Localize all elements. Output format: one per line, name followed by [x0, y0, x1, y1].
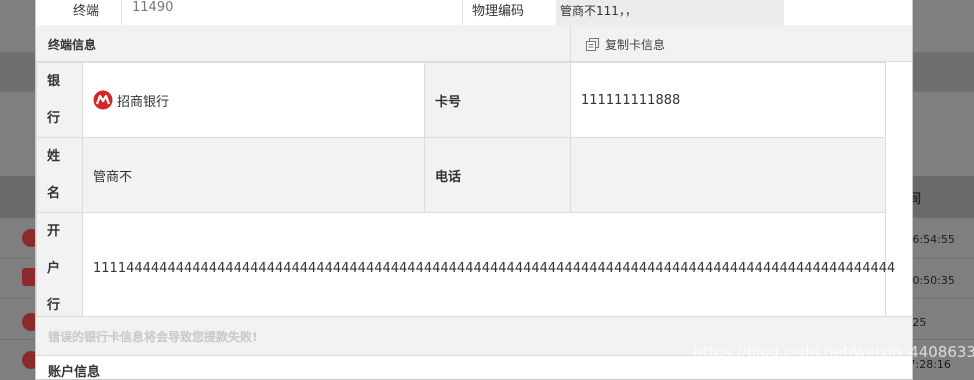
opening-bank-label-cell: 开 户 行 — [36, 212, 83, 325]
name-label-cell: 姓 名 — [36, 137, 83, 213]
phone-label: 电话 — [424, 137, 571, 213]
card-number-value: 111111111888 — [570, 62, 886, 138]
opening-bank-value: 1111444444444444444444444444444444444444… — [82, 212, 895, 325]
section-title: 终端信息 — [48, 38, 97, 52]
name-value: 管商不 — [82, 137, 425, 213]
physical-code-field[interactable]: 管商不111，， — [556, 0, 784, 25]
bank-value-cell: 招商银行 — [82, 62, 425, 138]
card-info-modal: 终端 11490 物理编码 管商不111，， 终端信息 复制卡信息 银 行 招商… — [35, 0, 913, 380]
card-number-label: 卡号 — [424, 62, 571, 138]
card-info-table: 银 行 招商银行 卡号 111111111888 姓 名 管商不 电话 开 户 … — [36, 62, 895, 325]
terminal-row: 终端 11490 物理编码 管商不111，， — [36, 0, 886, 26]
terminal-value: 11490 — [132, 0, 174, 15]
watermark: https://blog.csdn.net/weixin_44086338 — [693, 343, 974, 361]
copy-card-info-label: 复制卡信息 — [605, 38, 666, 52]
copy-card-info-button[interactable]: 复制卡信息 — [570, 25, 911, 61]
terminal-value-cell: 11490 — [121, 0, 463, 25]
phone-value — [570, 137, 886, 213]
table-row: 银 行 招商银行 卡号 111111111888 — [36, 62, 886, 138]
terminal-label: 终端 — [73, 4, 100, 19]
table-row: 姓 名 管商不 电话 — [36, 137, 886, 213]
table-row: 开 户 行 1111444444444444444444444444444444… — [36, 212, 895, 325]
copy-icon — [586, 38, 599, 51]
bank-label-cell: 银 行 — [36, 62, 83, 138]
physical-code-label: 物理编码 — [472, 4, 525, 19]
warning-text: 错误的银行卡信息将会导致您提款失败! — [48, 330, 258, 344]
bank-name: 招商银行 — [117, 94, 170, 110]
section-header: 终端信息 复制卡信息 — [36, 25, 912, 62]
china-merchants-bank-logo-icon — [93, 90, 113, 110]
physical-code-value: 管商不111，， — [560, 4, 637, 18]
